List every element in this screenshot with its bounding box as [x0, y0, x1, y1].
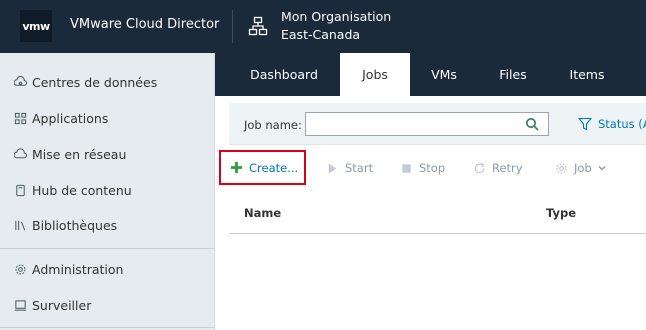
plus-icon [230, 161, 243, 174]
sidebar-item-networking[interactable]: Mise en réseau [14, 144, 126, 164]
jobs-grid-header: Name Type [229, 198, 646, 234]
gear-icon [556, 162, 567, 174]
tab-bar: Dashboard Jobs VMs Files Items [215, 53, 646, 96]
column-header-name[interactable]: Name [244, 206, 281, 220]
column-header-type[interactable]: Type [546, 206, 576, 220]
job-actions-dropdown[interactable]: Job [555, 150, 607, 186]
sidebar-item-label: Bibliothèques [32, 217, 118, 233]
sidebar-divider [0, 327, 215, 328]
chevron-down-icon [598, 166, 606, 171]
content-hub-icon [16, 184, 25, 196]
sidebar-item-label: Centres de données [32, 74, 158, 90]
gear-icon [15, 264, 26, 274]
tab-items[interactable]: Items [556, 53, 618, 96]
org-name[interactable]: Mon Organisation [281, 9, 391, 24]
monitor-icon [14, 299, 27, 311]
search-icon[interactable] [525, 117, 539, 131]
org-location[interactable]: East-Canada [281, 27, 360, 42]
retry-icon [474, 162, 485, 173]
header-divider [232, 10, 233, 43]
vmware-logo[interactable]: vmw [20, 10, 52, 42]
sidebar-item-content-hub[interactable]: Hub de contenu [14, 180, 132, 200]
retry-button[interactable]: Retry [473, 150, 523, 186]
start-button-label: Start [345, 161, 374, 175]
start-button[interactable]: Start [326, 150, 373, 186]
cloud-network-icon [14, 147, 27, 158]
jobs-toolbar: Create... Start Stop Retry Job [219, 150, 646, 186]
app-header: vmw VMware Cloud Director Mon Organisati… [0, 0, 646, 53]
applications-grid-icon [14, 112, 27, 124]
datacenter-icon [14, 75, 27, 86]
filter-icon [578, 117, 592, 131]
tab-files[interactable]: Files [486, 53, 540, 96]
libraries-icon [15, 220, 26, 230]
sidebar-item-administration[interactable]: Administration [14, 259, 123, 279]
stop-icon [402, 163, 411, 173]
sidebar-item-label: Surveiller [32, 297, 92, 313]
job-actions-label: Job [574, 161, 592, 175]
sidebar-item-label: Applications [32, 110, 109, 126]
stop-button-label: Stop [419, 161, 446, 175]
status-filter[interactable]: Status (A [578, 117, 646, 131]
sidebar: Centres de données Applications Mise en … [0, 53, 215, 330]
play-icon [328, 162, 337, 174]
sidebar-divider [0, 248, 215, 249]
sidebar-item-monitor[interactable]: Surveiller [14, 295, 91, 315]
sidebar-item-libraries[interactable]: Bibliothèques [14, 215, 117, 235]
org-tree-icon [248, 16, 268, 36]
sidebar-item-label: Mise en réseau [32, 146, 127, 162]
create-button-label: Create... [249, 160, 299, 175]
job-name-label: Job name: [244, 118, 302, 132]
filter-bar: Job name: Status (A [229, 103, 646, 145]
tab-dashboard[interactable]: Dashboard [237, 53, 331, 96]
sidebar-item-datacenters[interactable]: Centres de données [14, 72, 157, 92]
sidebar-item-applications[interactable]: Applications [14, 108, 108, 128]
app-title[interactable]: VMware Cloud Director [70, 17, 219, 32]
retry-button-label: Retry [492, 161, 523, 175]
sidebar-item-label: Administration [32, 261, 124, 277]
stop-button[interactable]: Stop [400, 150, 445, 186]
tab-vms[interactable]: VMs [418, 53, 470, 96]
create-button[interactable]: Create... [219, 150, 306, 185]
status-filter-label: Status (A [598, 117, 646, 131]
sidebar-item-label: Hub de contenu [32, 182, 132, 198]
job-name-input[interactable] [305, 112, 549, 136]
tab-jobs[interactable]: Jobs [340, 53, 410, 96]
